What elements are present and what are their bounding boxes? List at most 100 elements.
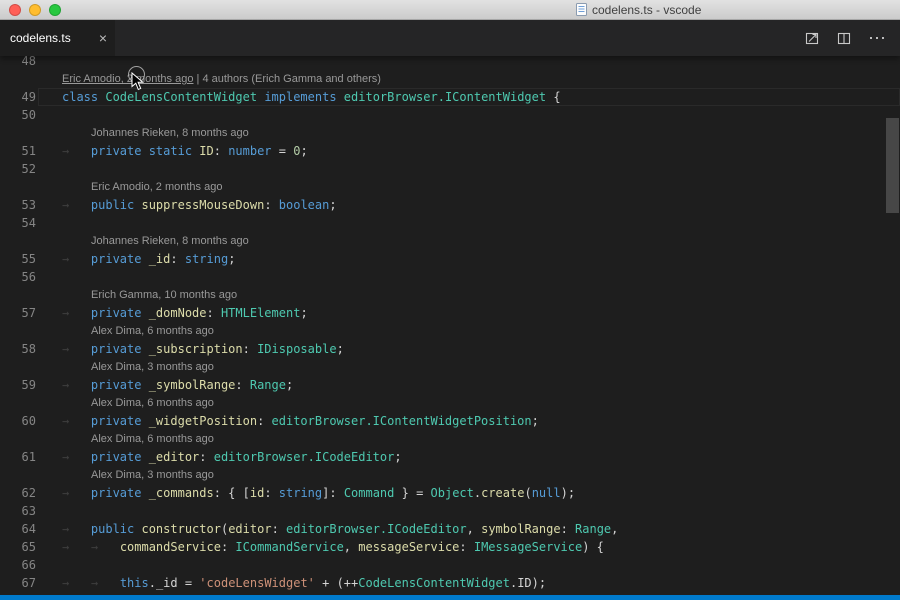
code-token: editorBrowser.ICodeEditor [214,450,395,464]
codelens-info-text[interactable]: Alex Dima, 6 months ago [91,325,214,337]
line-number: 63 [0,502,38,520]
code-text[interactable] [38,556,900,574]
code-token: Range [575,522,611,536]
code-token: → [91,576,120,590]
code-token: : [257,414,271,428]
code-editor[interactable]: 48Eric Amodio, 2 months ago | 4 authors … [0,56,900,600]
codelens-blame-link[interactable]: Eric Amodio, 2 months ago [62,73,193,85]
code-token: id [250,486,264,500]
minimize-window-button[interactable] [29,4,41,16]
tab-bar: codelens.ts × ⋯ [0,20,900,56]
codelens-info-text[interactable]: Alex Dima, 3 months ago [91,361,214,373]
close-tab-icon[interactable]: × [99,31,107,45]
line-number: 55 [0,250,38,268]
code-text[interactable]: → private static ID: number = 0; [38,142,900,160]
code-token: : [272,522,286,536]
document-icon [576,3,587,16]
code-token: commandService [120,540,221,554]
code-token: ; [532,414,539,428]
code-text[interactable] [38,502,900,520]
codelens-info-text[interactable]: Alex Dima, 3 months ago [91,469,214,481]
code-text[interactable] [38,268,900,286]
code-token: class [62,90,105,104]
code-token: private [91,252,149,266]
code-token: _editor [149,450,200,464]
line-number [0,232,38,250]
codelens-info-text[interactable]: Eric Amodio, 2 months ago [91,181,222,193]
toggle-layout-button[interactable] [836,30,852,46]
code-text[interactable] [38,106,900,124]
code-text[interactable]: class CodeLensContentWidget implements e… [38,88,900,106]
code-text[interactable]: → private _editor: editorBrowser.ICodeEd… [38,448,900,466]
code-token: : [264,198,278,212]
titlebar: codelens.ts - vscode [0,0,900,20]
code-line-53: 53→ public suppressMouseDown: boolean; [0,196,900,214]
code-token: CodeLensContentWidget [105,90,264,104]
code-text[interactable]: → private _widgetPosition: editorBrowser… [38,412,900,430]
code-text[interactable] [38,56,900,70]
codelens-info-text[interactable]: Alex Dima, 6 months ago [91,397,214,409]
code-token: → [62,522,91,536]
code-token: Object [431,486,474,500]
code-line-50: 50 [0,106,900,124]
code-token: editorBrowser.IContentWidget [344,90,546,104]
code-text[interactable]: → → this._id = 'codeLensWidget' + (++Cod… [38,574,900,592]
code-token: ; [286,378,293,392]
codelens-row: Johannes Rieken, 8 months ago [0,232,900,250]
code-token: : [264,486,278,500]
codelens-content: Eric Amodio, 2 months ago [38,178,900,196]
line-number [0,394,38,412]
code-token: , [467,522,481,536]
line-number: 53 [0,196,38,214]
codelens-info-text[interactable]: | 4 authors (Erich Gamma and others) [193,73,381,85]
codelens-content: Alex Dima, 3 months ago [38,358,900,376]
code-token: _widgetPosition [149,414,257,428]
codelens-row: Eric Amodio, 2 months ago | 4 authors (E… [0,70,900,88]
code-line-61: 61→ private _editor: editorBrowser.ICode… [0,448,900,466]
codelens-info-text[interactable]: Alex Dima, 6 months ago [91,433,214,445]
code-line-48: 48 [0,56,900,70]
tab-codelens-ts[interactable]: codelens.ts × [0,20,115,56]
code-token: private [91,306,149,320]
code-line-67: 67→ → this._id = 'codeLensWidget' + (++C… [0,574,900,592]
code-text[interactable]: → → commandService: ICommandService, mes… [38,538,900,556]
code-text[interactable]: → private _symbolRange: Range; [38,376,900,394]
code-line-59: 59→ private _symbolRange: Range; [0,376,900,394]
code-text[interactable]: → private _commands: { [id: string]: Com… [38,484,900,502]
vertical-scrollbar-thumb[interactable] [886,118,899,213]
status-bar [0,595,900,600]
code-token: : [214,144,228,158]
codelens-row: Alex Dima, 6 months ago [0,322,900,340]
more-actions-button[interactable]: ⋯ [868,32,886,44]
code-line-65: 65→ → commandService: ICommandService, m… [0,538,900,556]
code-token: IMessageService [474,540,582,554]
close-window-button[interactable] [9,4,21,16]
line-number: 52 [0,160,38,178]
code-line-54: 54 [0,214,900,232]
code-token: private [91,378,149,392]
line-number [0,124,38,142]
split-editor-button[interactable] [804,30,820,46]
code-text[interactable]: → private _subscription: IDisposable; [38,340,900,358]
code-text[interactable]: → public suppressMouseDown: boolean; [38,196,900,214]
code-text[interactable]: → public constructor(editor: editorBrows… [38,520,900,538]
code-token: public [91,522,142,536]
code-token: ID [199,144,213,158]
code-line-51: 51→ private static ID: number = 0; [0,142,900,160]
code-text[interactable] [38,160,900,178]
maximize-window-button[interactable] [49,4,61,16]
code-token: this [120,576,149,590]
code-token: public [91,198,142,212]
line-number: 67 [0,574,38,592]
code-token: .ID); [510,576,546,590]
codelens-info-text[interactable]: Erich Gamma, 10 months ago [91,289,237,301]
code-text[interactable]: → private _domNode: HTMLElement; [38,304,900,322]
code-text[interactable]: → private _id: string; [38,250,900,268]
codelens-info-text[interactable]: Johannes Rieken, 8 months ago [91,127,249,139]
code-line-49: 49class CodeLensContentWidget implements… [0,88,900,106]
codelens-content: Alex Dima, 3 months ago [38,466,900,484]
code-text[interactable] [38,214,900,232]
codelens-info-text[interactable]: Johannes Rieken, 8 months ago [91,235,249,247]
line-number [0,70,38,88]
window-title-text: codelens.ts - vscode [592,3,701,17]
